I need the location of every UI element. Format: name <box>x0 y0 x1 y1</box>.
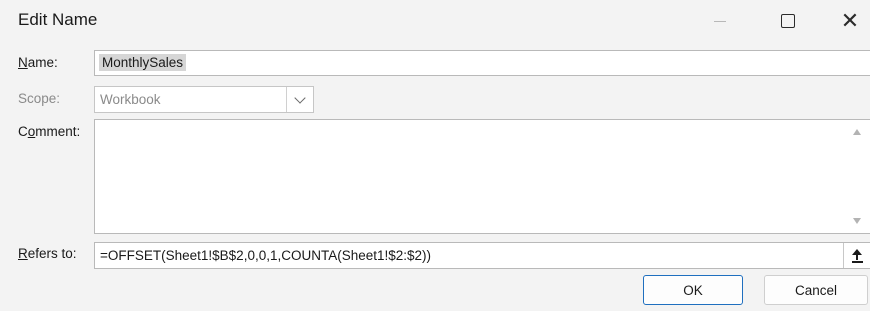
minimize-icon <box>714 20 726 22</box>
name-input[interactable]: MonthlySales <box>94 50 870 76</box>
maximize-icon <box>781 14 795 28</box>
scope-dropdown-value: Workbook <box>100 92 161 107</box>
comment-label: Comment: <box>18 124 81 139</box>
maximize-button[interactable] <box>758 0 818 42</box>
scroll-down-arrow-icon[interactable] <box>853 218 861 224</box>
scope-dropdown[interactable]: Workbook <box>94 86 314 113</box>
collapse-dialog-button[interactable] <box>843 243 870 268</box>
upload-arrow-icon <box>851 248 863 263</box>
title-bar: Edit Name ✕ <box>0 0 870 42</box>
name-input-value: MonthlySales <box>99 54 187 71</box>
refers-to-input[interactable]: =OFFSET(Sheet1!$B$2,0,0,1,COUNTA(Sheet1!… <box>94 242 870 269</box>
comment-textarea[interactable] <box>94 119 870 234</box>
close-button[interactable]: ✕ <box>820 0 870 42</box>
chevron-down-icon <box>294 91 306 104</box>
scope-dropdown-button[interactable] <box>286 87 313 112</box>
scope-label: Scope: <box>18 91 61 106</box>
ok-button[interactable]: OK <box>643 275 743 305</box>
cancel-button[interactable]: Cancel <box>764 275 868 305</box>
refers-to-value: =OFFSET(Sheet1!$B$2,0,0,1,COUNTA(Sheet1!… <box>100 248 432 263</box>
refers-to-label: Refers to: <box>18 246 77 261</box>
window-title: Edit Name <box>18 10 98 29</box>
minimize-button[interactable] <box>690 0 750 42</box>
name-label: Name: <box>18 55 58 70</box>
close-icon: ✕ <box>840 8 860 33</box>
scroll-up-arrow-icon[interactable] <box>853 129 861 135</box>
